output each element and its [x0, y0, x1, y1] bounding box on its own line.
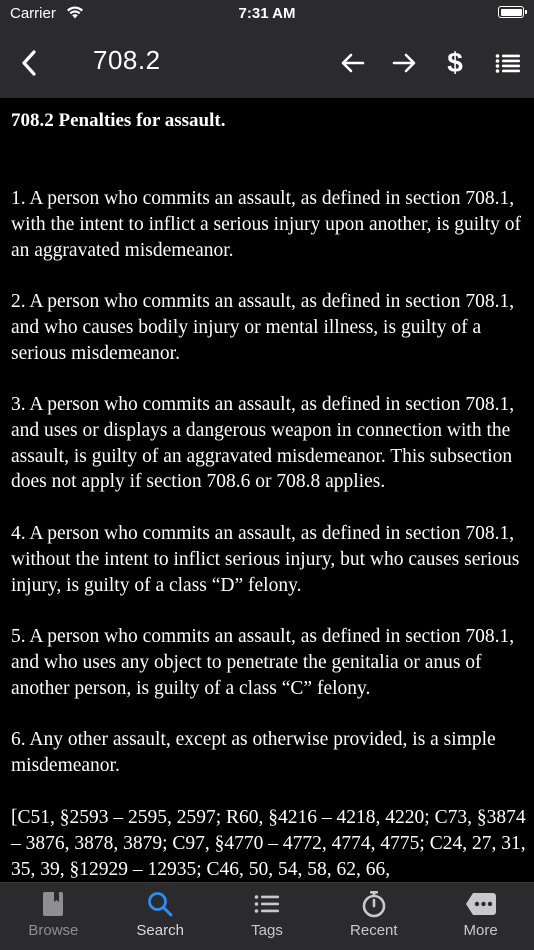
paragraph-5: 5. A person who commits an assault, as d…	[11, 626, 515, 699]
clock: 7:31 AM	[238, 5, 296, 22]
list-icon	[495, 54, 520, 73]
status-bar: Carrier 7:31 AM	[0, 0, 534, 28]
arrow-left-icon	[341, 53, 365, 73]
more-icon	[465, 893, 496, 915]
dollar-button[interactable]: $	[435, 43, 475, 83]
paragraph-6: 6. Any other assault, except as otherwis…	[11, 729, 496, 776]
tab-tags-label: Tags	[251, 922, 283, 939]
statute-content[interactable]: 708.2 Penalties for assault. 1. A person…	[0, 98, 534, 882]
tab-recent[interactable]: Recent	[320, 883, 427, 950]
paragraph-3: 3. A person who commits an assault, as d…	[11, 394, 515, 493]
next-section-button[interactable]	[384, 43, 424, 83]
arrow-right-icon	[392, 53, 416, 73]
tab-search-label: Search	[136, 922, 184, 939]
contents-list-button[interactable]	[488, 43, 528, 83]
paragraph-4: 4. A person who commits an assault, as d…	[11, 523, 520, 596]
page-title: 708.2	[93, 45, 161, 75]
previous-section-button[interactable]	[333, 43, 373, 83]
tab-more[interactable]: More	[427, 883, 534, 950]
back-button[interactable]	[9, 43, 49, 83]
tab-recent-label: Recent	[350, 922, 398, 939]
dollar-icon: $	[447, 47, 463, 78]
nav-bar: 708.2 $	[0, 28, 534, 98]
paragraph-2: 2. A person who commits an assault, as d…	[11, 291, 515, 364]
tab-browse[interactable]: Browse	[0, 883, 107, 950]
battery-icon	[498, 6, 527, 18]
search-icon	[148, 892, 173, 917]
section-heading: 708.2 Penalties for assault.	[11, 110, 226, 131]
tab-search[interactable]: Search	[107, 883, 214, 950]
back-chevron-icon	[22, 50, 36, 76]
screen: Carrier 7:31 AM 708.2 $ 708.2 Penalties …	[0, 0, 534, 950]
tab-browse-label: Browse	[28, 922, 79, 939]
stopwatch-icon	[362, 891, 386, 918]
history-citation: [C51, §2593 – 2595, 2597; R60, §4216 – 4…	[11, 807, 526, 880]
tab-tags[interactable]: Tags	[214, 883, 321, 950]
list-icon	[254, 895, 279, 913]
tab-more-label: More	[463, 922, 498, 939]
paragraph-1: 1. A person who commits an assault, as d…	[11, 188, 521, 261]
tab-bar: Browse Search Tags Recent More	[0, 882, 534, 950]
book-icon	[43, 892, 64, 916]
